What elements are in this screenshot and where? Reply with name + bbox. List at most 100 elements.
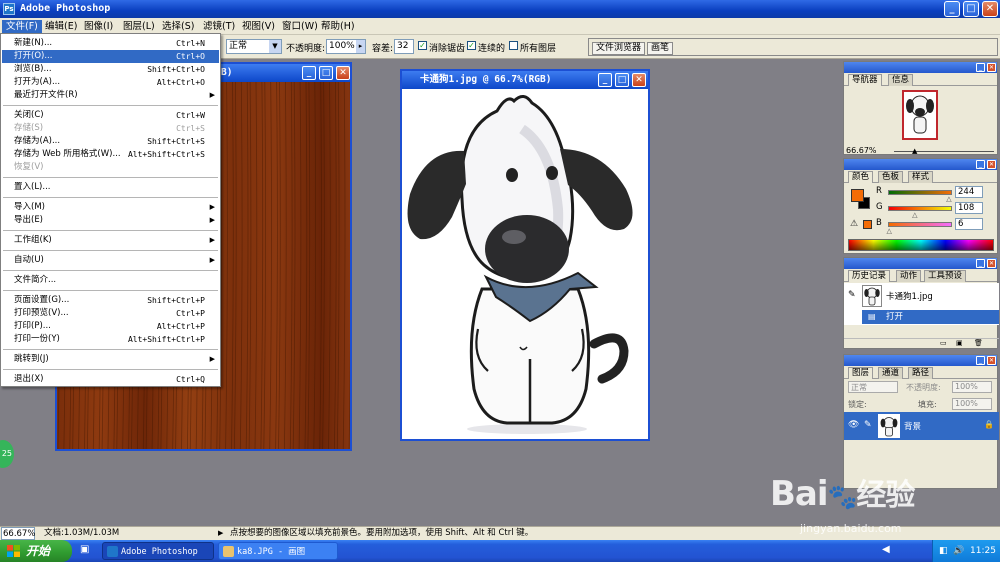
tab-layers[interactable]: 图层	[848, 367, 874, 379]
file-menu-close[interactable]: 关闭(C) Ctrl+W	[2, 109, 219, 122]
file-menu-browse[interactable]: 浏览(B)... Shift+Ctrl+O	[2, 63, 219, 76]
menu-select[interactable]: 选择(S)	[158, 20, 198, 34]
palette-minimize-button[interactable]: _	[976, 356, 985, 365]
navigator-thumbnail[interactable]	[902, 90, 938, 140]
file-menu-print-one-copy[interactable]: 打印一份(Y) Alt+Shift+Ctrl+P	[2, 333, 219, 346]
tab-navigator[interactable]: 导航器	[848, 74, 882, 86]
doc-maximize-button[interactable]: □	[615, 73, 629, 87]
file-menu-save-for-web[interactable]: 存储为 Web 所用格式(W)... Alt+Shift+Ctrl+S	[2, 148, 219, 161]
menu-edit[interactable]: 编辑(E)	[41, 20, 81, 34]
doc-maximize-button[interactable]: □	[319, 66, 333, 80]
palette-close-button[interactable]: ✕	[987, 160, 996, 169]
palette-well-tab-brushes[interactable]: 画笔	[647, 42, 674, 55]
palette-minimize-button[interactable]: _	[976, 160, 985, 169]
file-menu-open-as[interactable]: 打开为(A)... Alt+Ctrl+O	[2, 76, 219, 89]
r-input[interactable]: 244	[955, 186, 983, 198]
status-zoom-input[interactable]: 66.67%	[1, 527, 35, 540]
volume-icon[interactable]: 🔊	[953, 540, 964, 562]
g-slider[interactable]	[888, 206, 952, 211]
taskbar-button-photoshop[interactable]: Adobe Photoshop	[102, 542, 214, 560]
blend-mode-select[interactable]: 正常 ▼	[226, 39, 282, 54]
menu-file[interactable]: 文件(F)	[2, 20, 42, 34]
file-menu-export[interactable]: 导出(E) ▶	[2, 214, 219, 227]
taskbar-arrow-icon[interactable]: ◀	[882, 544, 890, 555]
file-menu-save-as[interactable]: 存储为(A)... Shift+Ctrl+S	[2, 135, 219, 148]
document-size-info[interactable]: 文档:1.03M/1.03M	[44, 527, 119, 540]
file-menu-jump-to[interactable]: 跳转到(J) ▶	[2, 353, 219, 366]
slider-handle-icon[interactable]: ▲	[912, 147, 917, 155]
palette-minimize-button[interactable]: _	[976, 259, 985, 268]
eye-icon[interactable]: 👁	[848, 420, 859, 430]
file-menu-open[interactable]: 打开(O)... Ctrl+O	[2, 50, 219, 63]
palette-minimize-button[interactable]: _	[976, 63, 985, 72]
history-brush-icon[interactable]: ✎	[848, 290, 856, 300]
gamut-color-swatch[interactable]	[863, 220, 872, 229]
file-menu-place[interactable]: 置入(L)...	[2, 181, 219, 194]
menu-layer[interactable]: 图层(L)	[119, 20, 159, 34]
palette-close-button[interactable]: ✕	[987, 259, 996, 268]
file-menu-page-setup[interactable]: 页面设置(G)... Shift+Ctrl+P	[2, 294, 219, 307]
tab-history[interactable]: 历史记录	[848, 270, 891, 282]
menu-window[interactable]: 窗口(W)	[278, 20, 322, 34]
doc-close-button[interactable]: ✕	[336, 66, 350, 80]
layer-row-background[interactable]: 👁 ✎ 背景 🔒	[844, 412, 999, 440]
taskbar-button-paint[interactable]: ka8.JPG - 画图	[218, 542, 338, 560]
layer-fill-input[interactable]: 100%	[952, 398, 992, 410]
b-slider[interactable]	[888, 222, 952, 227]
menu-image[interactable]: 图像(I)	[80, 20, 117, 34]
network-icon[interactable]: ◧	[939, 540, 948, 562]
menu-filter[interactable]: 滤镜(T)	[199, 20, 239, 34]
tab-actions[interactable]: 动作	[896, 270, 922, 282]
file-menu-automate[interactable]: 自动(U) ▶	[2, 254, 219, 267]
navigator-zoom[interactable]: 66.67%	[846, 146, 877, 155]
start-button[interactable]: 开始	[0, 540, 72, 562]
palette-close-button[interactable]: ✕	[987, 356, 996, 365]
file-menu-file-info[interactable]: 文件简介...	[2, 274, 219, 287]
trash-icon[interactable]: 🗑	[974, 339, 983, 347]
color-ramp[interactable]	[848, 239, 994, 251]
brush-icon[interactable]: ✎	[864, 420, 872, 430]
g-input[interactable]: 108	[955, 202, 983, 214]
file-menu-print[interactable]: 打印(P)... Alt+Ctrl+P	[2, 320, 219, 333]
tab-info[interactable]: 信息	[888, 74, 914, 86]
history-step-open[interactable]: ▤ 打开	[862, 310, 999, 324]
file-menu-revert[interactable]: 恢复(V)	[2, 161, 219, 174]
layer-blend-mode-select[interactable]: 正常	[848, 381, 898, 393]
document-window-cartoon-dog[interactable]: 卡通狗1.jpg @ 66.7%(RGB) _ □ ✕	[400, 69, 650, 441]
contiguous-checkbox[interactable]: ✓	[467, 41, 476, 50]
b-input[interactable]: 6	[955, 218, 983, 230]
tab-paths[interactable]: 路径	[908, 367, 934, 379]
cartoon-dog-canvas[interactable]	[402, 89, 648, 439]
file-menu-open-recent[interactable]: 最近打开文件(R) ▶	[2, 89, 219, 102]
file-menu-workgroup[interactable]: 工作组(K) ▶	[2, 234, 219, 247]
menu-view[interactable]: 视图(V)	[238, 20, 279, 34]
play-arrow-icon[interactable]: ▶	[218, 527, 223, 540]
r-slider[interactable]	[888, 190, 952, 195]
tolerance-input[interactable]: 32	[394, 39, 414, 54]
palette-close-button[interactable]: ✕	[987, 63, 996, 72]
doc-minimize-button[interactable]: _	[302, 66, 316, 80]
history-snapshot-row[interactable]: ✎ 卡通狗1.jpg	[844, 283, 999, 309]
file-menu-save[interactable]: 存储(S) Ctrl+S	[2, 122, 219, 135]
file-menu-print-preview[interactable]: 打印预览(V)... Ctrl+P	[2, 307, 219, 320]
tab-swatches[interactable]: 色板	[878, 171, 904, 183]
r-slider-thumb[interactable]: △	[946, 195, 951, 203]
tab-color[interactable]: 颜色	[848, 171, 874, 183]
file-menu-exit[interactable]: 退出(X) Ctrl+Q	[2, 373, 219, 386]
new-snapshot-icon[interactable]: ▣	[956, 339, 963, 347]
palette-well-tab-file-browser[interactable]: 文件浏览器	[592, 42, 646, 55]
file-menu-new[interactable]: 新建(N)... Ctrl+N	[2, 37, 219, 50]
layer-opacity-input[interactable]: 100%	[952, 381, 992, 393]
all-layers-checkbox[interactable]	[509, 41, 518, 50]
antialias-checkbox[interactable]: ✓	[418, 41, 427, 50]
maximize-button[interactable]: □	[963, 1, 979, 17]
opacity-input[interactable]: 100% ▸	[326, 39, 366, 54]
doc-minimize-button[interactable]: _	[598, 73, 612, 87]
b-slider-thumb[interactable]: △	[887, 227, 892, 235]
tab-styles[interactable]: 样式	[908, 171, 934, 183]
tab-tool-presets[interactable]: 工具预设	[924, 270, 967, 282]
clock[interactable]: 11:25	[970, 540, 996, 562]
doc-close-button[interactable]: ✕	[632, 73, 646, 87]
foreground-color-swatch[interactable]	[851, 189, 864, 202]
navigator-zoom-slider[interactable]	[894, 151, 994, 152]
